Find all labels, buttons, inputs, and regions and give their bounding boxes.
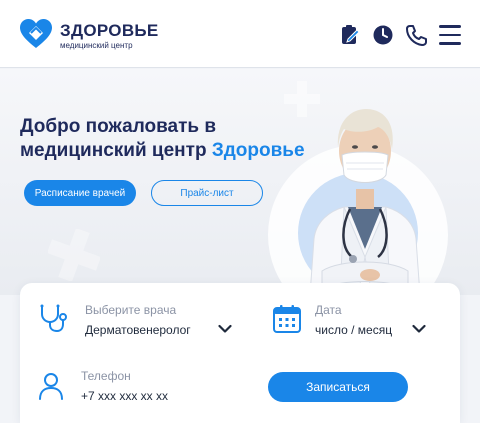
brand-name: ЗДОРОВЬЕ [60,21,159,40]
hero-title-accent: Здоровье [211,140,305,161]
phone-label: Телефон [81,369,131,383]
decorative-cross-icon [48,229,100,281]
calendar-icon [273,305,301,333]
clock-icon[interactable] [372,24,394,46]
hero-section: Добро пожаловать в медицинский центр Здо… [0,69,480,295]
brand-subtitle: медицинский центр [60,41,133,50]
phone-icon[interactable] [405,24,427,46]
doctor-illustration [309,109,421,295]
doctor-select[interactable]: Дерматовенеролог [85,323,191,337]
phone-input[interactable]: +7 xxx xxx xx xx [81,389,168,403]
menu-button[interactable] [439,25,461,45]
hero-title: Добро пожаловать в медицинский центр Здо… [20,115,340,163]
brand: ЗДОРОВЬЕ медицинский центр [60,22,159,50]
chevron-down-icon[interactable] [218,324,232,334]
logo-heart-icon[interactable] [20,19,52,49]
menu-line [439,25,461,28]
stethoscope-icon [40,304,67,333]
price-list-button[interactable]: Прайс-лист [151,180,263,206]
schedule-button[interactable]: Расписание врачей [24,180,136,206]
menu-line [439,33,461,36]
appointment-form: Выберите врача Дерматовенеролог Дата чис… [20,283,460,423]
hero-title-text: Добро пожаловать в медицинский центр [20,116,217,161]
doctor-label: Выберите врача [85,303,177,317]
menu-line [439,42,461,45]
date-select[interactable]: число / месяц [315,323,392,337]
date-label: Дата [315,303,342,317]
submit-button[interactable]: Записаться [268,372,408,402]
header: ЗДОРОВЬЕ медицинский центр [0,0,480,68]
chevron-down-icon[interactable] [412,324,426,334]
user-icon [39,373,63,400]
clipboard-icon[interactable] [339,24,361,46]
